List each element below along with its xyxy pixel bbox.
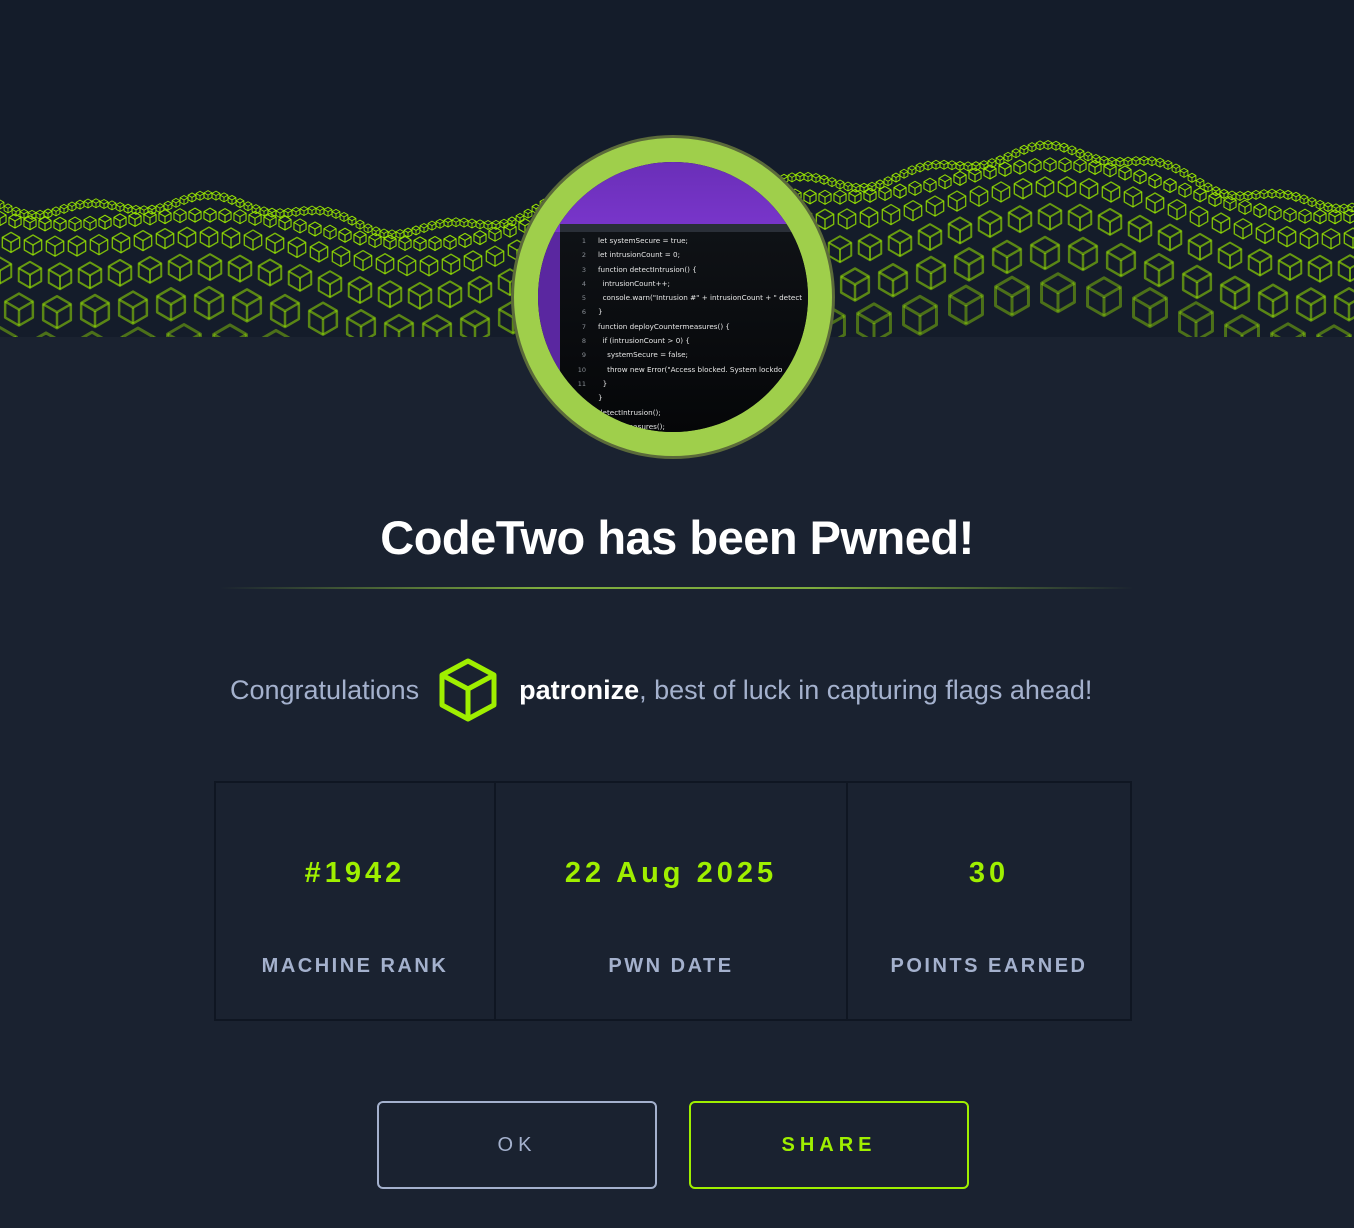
- code-line: 3 function detectIntrusion() {: [581, 264, 697, 274]
- pwned-dialog: 1 let systemSecure = true; 2 let intrusionC…: [0, 0, 1354, 1228]
- stat-machine-rank: #1942 MACHINE RANK: [216, 783, 496, 1019]
- share-button[interactable]: SHARE: [689, 1101, 969, 1189]
- avatar-code-snippet: 1 let systemSecure = true; 2 let intrusionC…: [560, 232, 808, 432]
- code-line: 5 console.warn("Intrusion #" + intrusion…: [581, 293, 803, 303]
- code-line: ntermeasures();: [598, 421, 665, 431]
- code-line: 4 intrusionCount++;: [581, 278, 670, 288]
- machine-avatar-image: 1 let systemSecure = true; 2 let intrusionC…: [538, 162, 808, 432]
- username[interactable]: patronize: [519, 675, 639, 706]
- code-line: detectIntrusion();: [598, 407, 661, 417]
- stat-value: 22 Aug 2025: [564, 857, 778, 889]
- page-title: CodeTwo has been Pwned!: [380, 511, 974, 564]
- code-line: 10 throw new Error("Access blocked. Syst…: [577, 364, 783, 374]
- machine-avatar: 1 let systemSecure = true; 2 let intrusionC…: [514, 138, 832, 456]
- stat-pwn-date: 22 Aug 2025 PWN DATE: [496, 783, 848, 1019]
- code-line: 6}: [581, 307, 603, 317]
- stat-value: 30: [968, 857, 1010, 889]
- code-line: 7 function deployCountermeasures() {: [581, 321, 730, 331]
- hexagon-cube-icon: [439, 658, 497, 722]
- code-line: }: [598, 393, 603, 403]
- ok-button[interactable]: OK: [377, 1101, 657, 1189]
- stats-panel: #1942 MACHINE RANK 22 Aug 2025 PWN DATE …: [214, 781, 1132, 1021]
- code-line: 9 systemSecure = false;: [581, 350, 688, 360]
- stat-label: PWN DATE: [608, 955, 734, 977]
- stat-value: #1942: [304, 857, 406, 889]
- code-line: 1 let systemSecure = true;: [581, 236, 688, 245]
- code-line: 2 let intrusionCount = 0;: [581, 250, 681, 260]
- congrats-prefix: Congratulations: [230, 674, 420, 705]
- code-line: 11 }: [577, 378, 608, 388]
- stat-label: MACHINE RANK: [261, 955, 449, 977]
- congrats-message: Congratulations patronize , best of luck…: [230, 650, 1092, 730]
- stat-label: POINTS EARNED: [890, 955, 1088, 977]
- congrats-suffix: , best of luck in capturing flags ahead!: [639, 674, 1093, 705]
- stat-points-earned: 30 POINTS EARNED: [848, 783, 1130, 1019]
- code-line: 8 if (intrusionCount > 0) {: [581, 336, 690, 346]
- title-divider: [220, 587, 1134, 589]
